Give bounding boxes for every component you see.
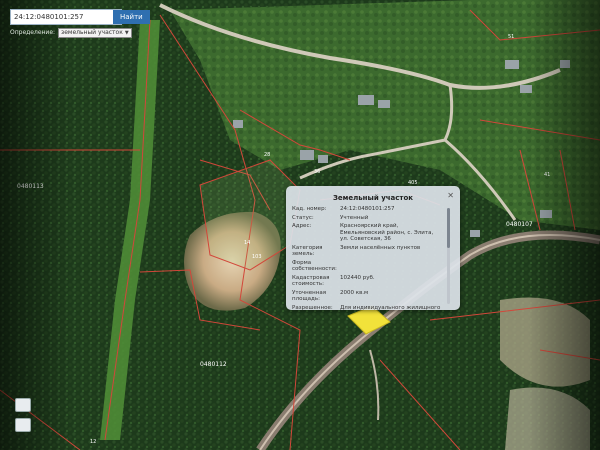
row-label: Категория земель: — [292, 244, 323, 258]
layers-button[interactable] — [15, 418, 31, 432]
mode-label: Определение: — [10, 29, 56, 36]
row-label: Форма собственности: — [292, 259, 337, 273]
scrollbar-thumb[interactable] — [447, 208, 450, 248]
popup-scrollbar[interactable] — [447, 208, 450, 304]
print-button[interactable] — [15, 398, 31, 412]
mode-selected-value: земельный участок — [61, 28, 123, 36]
cadastral-search-bar: Найти — [10, 9, 150, 25]
popup-rows: Кад. номер: 24:12:0480101:257 Статус: Уч… — [292, 206, 442, 313]
find-button[interactable]: Найти — [113, 10, 150, 24]
row-label: Уточненная площадь: — [292, 289, 327, 303]
popup-row: Кад. номер: 24:12:0480101:257 — [292, 206, 442, 213]
row-label: Статус: — [292, 214, 314, 221]
popup-row: Форма собственности: — [292, 260, 442, 273]
popup-row: Уточненная площадь: 2000 кв.м — [292, 290, 442, 303]
mode-bar: Определение: земельный участок ▼ — [10, 27, 132, 38]
popup-row: Адрес: Красноярский край, Емельяновский … — [292, 223, 442, 243]
popup-row: Категория земель: Земли населённых пункт… — [292, 245, 442, 258]
row-value: 2000 кв.м — [340, 289, 369, 296]
row-label: Разрешенное: — [292, 304, 333, 311]
row-value — [340, 260, 442, 273]
row-value: Земли населённых пунктов — [340, 244, 421, 251]
row-value: Красноярский край, Емельяновский район, … — [340, 223, 434, 242]
row-label: Кад. номер: — [292, 206, 327, 212]
popup-title: Земельный участок — [332, 194, 414, 202]
mode-select[interactable]: земельный участок ▼ — [58, 27, 132, 38]
row-value[interactable]: 24:12:0480101:257 — [340, 206, 442, 213]
popup-row: Кадастровая стоимость: 102440 руб. — [292, 275, 442, 288]
row-label: Адрес: — [292, 223, 312, 229]
row-value: Учтенный — [340, 214, 369, 221]
row-value: 102440 руб. — [340, 274, 375, 281]
row-value: Для индивидуального жилищного — [340, 304, 441, 311]
cadastral-number-input[interactable] — [11, 11, 113, 23]
popup-row: Разрешенное: Для индивидуального жилищно… — [292, 305, 442, 312]
popup-row: Статус: Учтенный — [292, 215, 442, 222]
chevron-down-icon: ▼ — [124, 29, 129, 36]
parcel-info-popup: Земельный участок ✕ Кад. номер: 24:12:04… — [286, 186, 460, 313]
close-icon[interactable]: ✕ — [447, 191, 454, 200]
row-label: Кадастровая стоимость: — [292, 274, 330, 288]
